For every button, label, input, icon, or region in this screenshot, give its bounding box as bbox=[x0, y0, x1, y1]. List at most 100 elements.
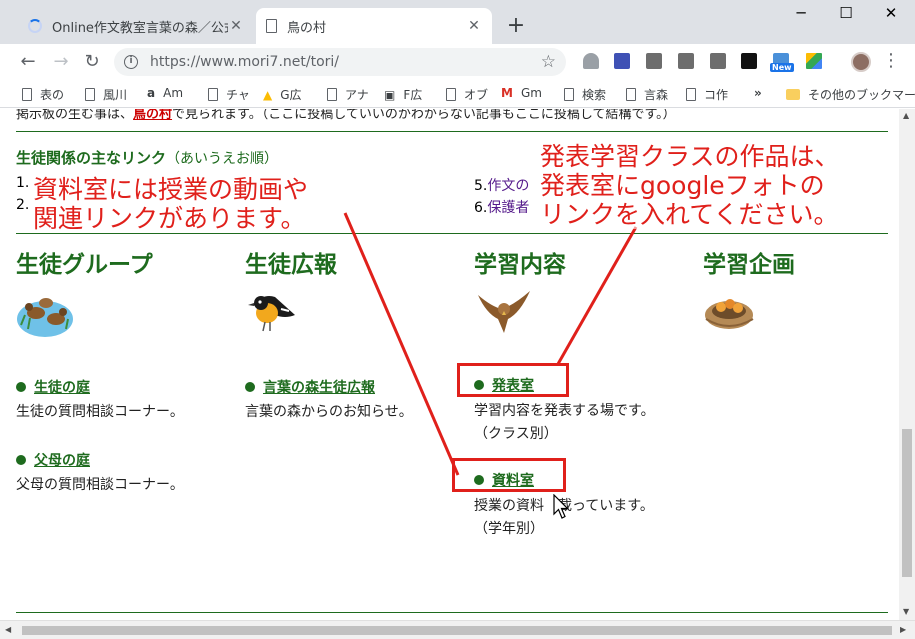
other-bookmarks-folder[interactable]: その他のブックマーク bbox=[786, 86, 915, 103]
browser-toolbar: ← → ↻ i https://www.mori7.net/tori/ ☆ Ne… bbox=[0, 44, 915, 80]
info-icon[interactable]: i bbox=[124, 55, 138, 69]
address-bar[interactable]: i https://www.mori7.net/tori/ ☆ bbox=[114, 48, 566, 76]
heading-seito-group: 生徒グループ bbox=[16, 252, 153, 278]
bookmark-item[interactable]: M Gm bbox=[501, 86, 542, 100]
cut-off-text-line: 掲示板の生む事は、鳥の村で見られます。（ここに投稿していいのかわからない記事もこ… bbox=[16, 109, 676, 122]
bookmark-item[interactable]: オブ bbox=[446, 86, 488, 103]
bookmark-item[interactable]: a Am bbox=[147, 86, 183, 100]
bookmark-item[interactable]: チャ bbox=[208, 86, 250, 103]
bookmark-item[interactable]: ▲ G広 bbox=[263, 86, 302, 103]
links-section-title: 生徒関係の主なリンク（あいうえお順） bbox=[16, 149, 279, 167]
menu-icon[interactable]: ⋮ bbox=[882, 50, 900, 71]
page-icon bbox=[564, 88, 574, 101]
divider bbox=[16, 131, 888, 132]
check-extension-icon[interactable] bbox=[646, 53, 662, 69]
tab-tori-no-mura[interactable]: 鳥の村 ✕ bbox=[256, 8, 492, 44]
back-button[interactable]: ← bbox=[16, 50, 40, 74]
new-tab-button[interactable]: + bbox=[504, 13, 528, 38]
tab-title: 鳥の村 bbox=[287, 20, 327, 36]
horizontal-scroll-thumb[interactable] bbox=[22, 626, 892, 635]
google-drive-icon[interactable] bbox=[806, 53, 822, 69]
bookmark-item[interactable]: アナ bbox=[327, 86, 369, 103]
scroll-up-icon[interactable]: ▲ bbox=[903, 111, 909, 120]
heading-gakushu-naiyou: 学習内容 bbox=[474, 252, 566, 278]
bookmark-extension-icon[interactable] bbox=[614, 53, 630, 69]
page-icon bbox=[626, 88, 636, 101]
tab-online-sakubun[interactable]: Online作文教室言葉の森／公式ホ ✕ bbox=[18, 8, 254, 44]
divider bbox=[16, 612, 888, 613]
item-description: 言葉の森からのお知らせ。 bbox=[245, 404, 413, 420]
gmail-icon: M bbox=[501, 86, 513, 100]
list-item: 2. bbox=[16, 197, 30, 213]
bookmarks-bar: 表の 風川 a Am チャ ▲ G広 アナ ▣ F広 オブ M Gm 検索 言森 コ作 … bbox=[0, 80, 915, 108]
page-icon bbox=[327, 88, 337, 101]
scroll-right-icon[interactable]: ▶ bbox=[900, 625, 906, 634]
tab-close-icon[interactable]: ✕ bbox=[466, 18, 482, 34]
vertical-scroll-thumb[interactable] bbox=[902, 429, 912, 577]
floppy-icon: ▣ bbox=[384, 87, 396, 102]
annotation-left: 資料室には授業の動画や 関連リンクがあります。 bbox=[33, 175, 309, 233]
heading-gakushu-kikaku: 学習企画 bbox=[703, 252, 795, 278]
bird-nest-icon bbox=[705, 299, 754, 329]
code-extension-icon[interactable] bbox=[710, 53, 726, 69]
item-description: 生徒の質問相談コーナー。 bbox=[16, 404, 184, 420]
heading-seito-kouhou: 生徒広報 bbox=[245, 252, 337, 278]
bookmark-item[interactable]: ▣ F広 bbox=[384, 86, 422, 103]
horizontal-scrollbar[interactable]: ◀ ▶ bbox=[0, 620, 915, 639]
page-icon bbox=[266, 19, 277, 33]
tab-title: Online作文教室言葉の森／公式ホ bbox=[52, 20, 228, 36]
item-description: （クラス別） bbox=[474, 426, 558, 442]
narcissus-flycatcher-icon bbox=[248, 296, 295, 332]
fast-forward-extension-icon[interactable] bbox=[741, 53, 757, 69]
tab-strip: Online作文教室言葉の森／公式ホ ✕ 鳥の村 ✕ + ─ ☐ ✕ bbox=[0, 0, 915, 44]
list-item: 1. bbox=[16, 175, 30, 191]
bookmark-item[interactable]: 表の bbox=[22, 86, 64, 103]
item-description: 学習内容を発表する場です。 bbox=[474, 403, 655, 419]
bookmark-star-icon[interactable]: ☆ bbox=[541, 52, 556, 72]
bullet-icon bbox=[16, 382, 26, 392]
bookmark-item[interactable]: 風川 bbox=[85, 86, 127, 103]
link-fubo-no-niwa[interactable]: 父母の庭 bbox=[16, 450, 90, 470]
vertical-scrollbar[interactable]: ▲ ▼ bbox=[899, 109, 915, 620]
loading-spinner-icon bbox=[28, 19, 42, 33]
forward-button[interactable]: → bbox=[49, 50, 73, 74]
page-icon bbox=[686, 88, 696, 101]
list-item: 5.作文の bbox=[474, 178, 530, 194]
link-seito-kouhou[interactable]: 言葉の森生徒広報 bbox=[245, 377, 375, 397]
tab-close-icon[interactable]: ✕ bbox=[228, 18, 244, 34]
bullet-icon bbox=[245, 382, 255, 392]
image-extension-icon[interactable] bbox=[678, 53, 694, 69]
list-item: 6.保護者 bbox=[474, 200, 530, 216]
drive-extension-icon[interactable] bbox=[583, 53, 599, 69]
bullet-icon bbox=[16, 455, 26, 465]
link-hogosha[interactable]: 保護者 bbox=[487, 200, 529, 216]
link-sakubun[interactable]: 作文の bbox=[487, 178, 529, 194]
hawk-icon bbox=[474, 285, 532, 339]
item-description: （学年別） bbox=[474, 521, 544, 537]
bookmark-item[interactable]: 検索 bbox=[564, 86, 606, 103]
divider bbox=[16, 233, 888, 234]
bookmark-item[interactable]: コ作 bbox=[686, 86, 728, 103]
item-description: 父母の質問相談コーナー。 bbox=[16, 477, 184, 493]
tori-no-mura-link[interactable]: 鳥の村 bbox=[133, 109, 172, 122]
bookmark-item[interactable]: 言森 bbox=[626, 86, 668, 103]
scroll-down-icon[interactable]: ▼ bbox=[903, 607, 909, 616]
new-badge: New bbox=[770, 63, 794, 72]
mouse-cursor-icon bbox=[553, 494, 569, 519]
minimize-button[interactable]: ─ bbox=[786, 4, 816, 22]
google-ads-icon: ▲ bbox=[263, 87, 273, 102]
link-seito-no-niwa[interactable]: 生徒の庭 bbox=[16, 377, 90, 397]
maximize-button[interactable]: ☐ bbox=[831, 4, 861, 22]
highlight-box-shiryou-shitsu bbox=[452, 458, 566, 492]
page-icon bbox=[446, 88, 456, 101]
amazon-icon: a bbox=[147, 86, 156, 100]
url-text[interactable]: https://www.mori7.net/tori/ bbox=[150, 54, 541, 70]
ducks-in-pond-icon bbox=[17, 298, 73, 337]
avatar[interactable] bbox=[851, 52, 871, 72]
close-window-button[interactable]: ✕ bbox=[876, 4, 906, 22]
scroll-left-icon[interactable]: ◀ bbox=[5, 625, 11, 634]
highlight-box-happyou-shitsu bbox=[457, 363, 569, 397]
reload-button[interactable]: ↻ bbox=[80, 50, 104, 74]
bookmarks-overflow-button[interactable]: » bbox=[754, 86, 762, 100]
page-icon bbox=[22, 88, 32, 101]
